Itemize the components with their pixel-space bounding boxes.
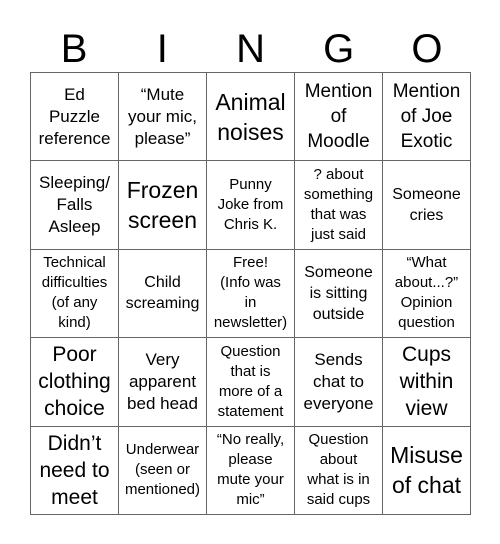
header-letter-g: G [323, 27, 355, 71]
bingo-card-grid: Ed Puzzle reference “Mute your mic, pleas… [30, 72, 471, 515]
bingo-cell-text: Ed Puzzle reference [38, 84, 111, 148]
bingo-cell-text: Sends chat to everyone [303, 349, 374, 413]
bingo-cell-text: Underwear (seen or mentioned) [124, 441, 201, 499]
header-letter-i: I [156, 27, 168, 71]
bingo-cell-text: Misuse of chat [390, 442, 463, 499]
bingo-cell-text: Technical difficulties (of any kind) [41, 254, 108, 332]
bingo-cell-text: “Mute your mic, please” [128, 84, 197, 148]
bingo-cell[interactable]: Mention of Joe Exotic [383, 73, 471, 162]
bingo-cell[interactable]: Someone cries [383, 161, 471, 250]
bingo-cell-text: Animal noises [215, 88, 286, 145]
bingo-cell-text: Child screaming [125, 274, 200, 313]
bingo-cell-text: Someone is sitting outside [304, 263, 373, 323]
bingo-header: B I N G O [30, 26, 471, 72]
bingo-cell[interactable]: Mention of Moodle [295, 73, 383, 162]
bingo-cell[interactable]: Punny Joke from Chris K. [207, 161, 295, 250]
bingo-cell-text: Didn’t need to meet [39, 431, 110, 509]
bingo-cell[interactable]: Question about what is in said cups [295, 426, 383, 515]
bingo-cell[interactable]: Someone is sitting outside [295, 249, 383, 339]
bingo-cell[interactable]: Sleeping/ Falls Asleep [31, 161, 119, 250]
bingo-cell[interactable]: “Mute your mic, please” [119, 73, 207, 162]
bingo-cell-text: Very apparent bed head [127, 349, 198, 413]
bingo-cell[interactable]: Very apparent bed head [119, 338, 207, 427]
bingo-cell[interactable]: Poor clothing choice [31, 338, 119, 427]
bingo-cell[interactable]: Ed Puzzle reference [31, 73, 119, 162]
bingo-cell-text: Cups within view [399, 343, 454, 421]
bingo-cell[interactable]: Child screaming [119, 249, 207, 339]
bingo-cell[interactable]: Technical difficulties (of any kind) [31, 249, 119, 339]
header-letter-o: O [411, 27, 443, 71]
bingo-cell[interactable]: Underwear (seen or mentioned) [119, 426, 207, 515]
bingo-cell[interactable]: Question that is more of a statement [207, 338, 295, 427]
bingo-cell[interactable]: ? about something that was just said [295, 161, 383, 250]
bingo-cell-text: “What about...?” Opinion question [394, 254, 459, 332]
bingo-cell[interactable]: Misuse of chat [383, 426, 471, 515]
bingo-cell-text: Free! (Info was in newsletter) [213, 254, 288, 332]
bingo-cell-text: Punny Joke from Chris K. [217, 176, 284, 234]
bingo-cell-text: Frozen screen [126, 177, 199, 234]
bingo-cell[interactable]: Sends chat to everyone [295, 338, 383, 427]
bingo-cell-text: Question about what is in said cups [306, 431, 371, 509]
bingo-cell[interactable]: Animal noises [207, 73, 295, 162]
bingo-cell[interactable]: Cups within view [383, 338, 471, 427]
bingo-cell[interactable]: Free! (Info was in newsletter) [207, 249, 295, 339]
bingo-cell[interactable]: Didn’t need to meet [31, 426, 119, 515]
bingo-cell-text: Mention of Joe Exotic [392, 81, 461, 153]
bingo-cell[interactable]: “What about...?” Opinion question [383, 249, 471, 339]
bingo-cell-text: Sleeping/ Falls Asleep [39, 173, 110, 237]
header-letter-n: N [236, 27, 265, 71]
bingo-cell-text: Someone cries [392, 186, 461, 225]
bingo-cell[interactable]: Frozen screen [119, 161, 207, 250]
bingo-cell-text: Question that is more of a statement [217, 342, 284, 420]
bingo-cell[interactable]: “No really, please mute your mic” [207, 426, 295, 515]
bingo-cell-text: ? about something that was just said [303, 166, 374, 244]
bingo-cell-text: Mention of Moodle [304, 81, 373, 153]
bingo-cell-text: “No really, please mute your mic” [216, 431, 285, 509]
bingo-cell-text: Poor clothing choice [38, 343, 111, 421]
header-letter-b: B [60, 27, 88, 71]
